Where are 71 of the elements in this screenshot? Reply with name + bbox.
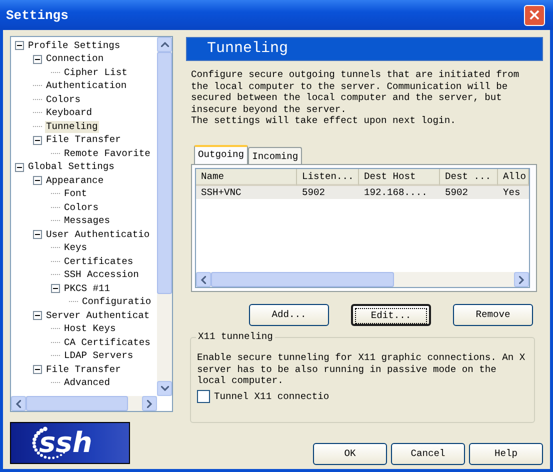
tab[interactable]: Incoming (248, 147, 302, 164)
horizontal-scrollbar[interactable] (196, 272, 529, 287)
description-text: Enable secure tunneling for X11 graphic connections. An X server has to be also running in passive mode on the local computer. (197, 352, 526, 386)
tree-item[interactable]: File Transfer (45, 134, 122, 146)
tree-item[interactable]: Remote Favorite (63, 148, 152, 160)
tree-item[interactable]: PKCS #11 (63, 282, 112, 295)
column-header[interactable]: Dest Host (359, 169, 440, 186)
tree-item[interactable]: Connection (45, 53, 105, 66)
chevron-left-icon[interactable] (201, 276, 206, 284)
table-cell-text: SSH+VNC (200, 186, 242, 199)
table-cell-text: 5902 (301, 186, 326, 199)
tree-item[interactable]: Certificates (63, 256, 134, 268)
tree-item[interactable]: Colors (45, 94, 82, 106)
column-header[interactable]: Allo (498, 169, 529, 186)
button[interactable]: Add... (249, 304, 329, 326)
tree-item[interactable]: Cipher List (63, 66, 128, 79)
tree-item[interactable]: Authentication (45, 80, 128, 92)
button[interactable]: Remove (453, 304, 533, 326)
tree-item[interactable]: SSH Accession (63, 269, 140, 282)
tree-item[interactable]: Keyboard (45, 107, 94, 120)
column-header[interactable]: Listen... (297, 169, 359, 186)
chevron-right-icon[interactable] (519, 276, 524, 284)
collapse-icon[interactable] (33, 54, 42, 64)
tree-item[interactable]: Host Keys (63, 323, 117, 336)
close-button[interactable]: × (524, 4, 545, 26)
button[interactable]: Help (469, 443, 543, 465)
chevron-down-icon[interactable] (160, 386, 168, 391)
window-title: Settings (6, 8, 68, 22)
tab[interactable]: Outgoing (194, 145, 248, 164)
button[interactable]: OK (313, 443, 387, 465)
collapse-icon[interactable] (33, 230, 42, 240)
collapse-icon[interactable] (51, 284, 60, 294)
collapse-icon[interactable] (33, 365, 42, 374)
collapse-icon[interactable] (15, 162, 24, 172)
tree-item[interactable]: Messages (63, 215, 112, 228)
horizontal-scrollbar[interactable] (11, 396, 157, 411)
tree-item[interactable]: Global Settings (27, 161, 116, 174)
collapse-icon[interactable] (33, 311, 42, 320)
tree-item[interactable]: User Authenticatio (45, 228, 151, 241)
tree-item[interactable]: Server Authenticat (45, 310, 151, 322)
group-title: X11 tunneling (196, 331, 275, 342)
checkbox-label[interactable]: Tunnel X11 connectio (214, 390, 330, 402)
tree-item[interactable]: Profile Settings (27, 40, 122, 52)
table-cell-text: Yes (502, 186, 522, 199)
table-cell-text: 5902 (444, 186, 470, 199)
tree-item[interactable]: Tunneling (45, 120, 99, 133)
tree-item[interactable]: Colors (63, 202, 100, 214)
button[interactable]: Edit... (351, 304, 431, 326)
column-header[interactable]: Name (196, 169, 297, 186)
collapse-icon[interactable] (15, 41, 24, 50)
panel-header: Tunneling (186, 37, 543, 61)
vertical-scrollbar[interactable] (157, 37, 172, 396)
chevron-up-icon[interactable] (160, 42, 168, 47)
tree-item[interactable]: LDAP Servers (63, 350, 134, 362)
chevron-right-icon[interactable] (147, 400, 152, 408)
description-text: Configure secure outgoing tunnels that are initiated from the local computer to the server. Communication will be secured between the local computer and the server, but insecure beyond the server. The settings will take effect upon next login. (190, 68, 520, 128)
tree-item[interactable]: Appearance (45, 174, 105, 187)
tree-item[interactable]: Keys (63, 242, 88, 254)
collapse-icon[interactable] (33, 136, 42, 145)
tree-item[interactable]: CA Certificates (63, 336, 152, 349)
tree-item[interactable]: Advanced (63, 377, 112, 390)
tree-item[interactable]: File Transfer (45, 364, 122, 376)
table-cell-text: 192.168.... (363, 186, 428, 199)
logo: ssh (10, 422, 130, 464)
checkbox[interactable] (197, 390, 210, 402)
tree-item[interactable]: Font (63, 188, 88, 200)
tree-item[interactable]: Configuratio (81, 296, 152, 308)
collapse-icon[interactable] (33, 176, 42, 186)
chevron-left-icon[interactable] (16, 400, 21, 408)
button[interactable]: Cancel (391, 443, 465, 465)
column-header[interactable]: Dest ... (440, 169, 498, 186)
